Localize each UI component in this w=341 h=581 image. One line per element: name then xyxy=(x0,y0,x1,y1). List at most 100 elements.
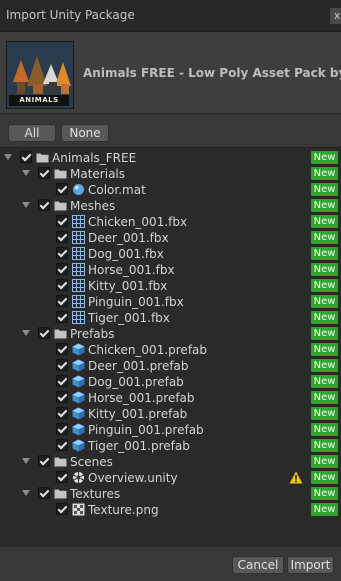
include-checkbox[interactable] xyxy=(56,343,68,355)
tree-item-label: Meshes xyxy=(70,199,116,213)
tree-asset-row[interactable]: Pinguin_001.fbx New xyxy=(0,294,341,310)
tree-asset-row[interactable]: Tiger_001.prefab New xyxy=(0,438,341,454)
tree-folder-row[interactable]: Textures New xyxy=(0,486,341,502)
include-checkbox[interactable] xyxy=(56,311,68,323)
tree-item-label: Dog_001.fbx xyxy=(88,247,164,261)
folder-icon xyxy=(54,487,67,500)
include-checkbox[interactable] xyxy=(56,359,68,371)
new-badge: New xyxy=(311,295,338,308)
include-checkbox[interactable] xyxy=(56,231,68,243)
tree-item-label: Chicken_001.prefab xyxy=(88,343,208,357)
asset-tree: Animals_FREE New Materials New Color.mat New M… xyxy=(0,147,341,548)
new-badge: New xyxy=(311,183,338,196)
tree-item-label: Deer_001.fbx xyxy=(88,231,169,245)
tree-asset-row[interactable]: Color.mat New xyxy=(0,182,341,198)
include-checkbox[interactable] xyxy=(56,263,68,275)
warning-icon xyxy=(289,471,303,484)
new-badge: New xyxy=(311,327,338,340)
new-badge: New xyxy=(311,471,338,484)
title-bar: Import Unity Package x xyxy=(0,0,341,32)
include-checkbox[interactable] xyxy=(56,407,68,419)
include-checkbox[interactable] xyxy=(38,455,50,467)
include-checkbox[interactable] xyxy=(38,327,50,339)
mesh-icon xyxy=(72,279,85,292)
include-checkbox[interactable] xyxy=(56,295,68,307)
tree-item-label: Animals_FREE xyxy=(52,151,137,165)
new-badge: New xyxy=(311,151,338,164)
new-badge: New xyxy=(311,503,338,516)
new-badge: New xyxy=(311,167,338,180)
tree-asset-row[interactable]: Kitty_001.fbx New xyxy=(0,278,341,294)
include-checkbox[interactable] xyxy=(38,487,50,499)
include-checkbox[interactable] xyxy=(56,391,68,403)
new-badge: New xyxy=(311,487,338,500)
tree-folder-row[interactable]: Prefabs New xyxy=(0,326,341,342)
expand-arrow-icon[interactable] xyxy=(22,458,30,464)
new-badge: New xyxy=(311,231,338,244)
new-badge: New xyxy=(311,391,338,404)
expand-arrow-icon[interactable] xyxy=(22,170,30,176)
tree-asset-row[interactable]: Tiger_001.fbx New xyxy=(0,310,341,326)
tree-folder-row[interactable]: Scenes New xyxy=(0,454,341,470)
include-checkbox[interactable] xyxy=(56,215,68,227)
include-checkbox[interactable] xyxy=(56,503,68,515)
prefab-icon xyxy=(72,359,85,372)
window-title: Import Unity Package xyxy=(6,8,135,22)
include-checkbox[interactable] xyxy=(56,247,68,259)
tree-folder-row[interactable]: Materials New xyxy=(0,166,341,182)
tree-asset-row[interactable]: Kitty_001.prefab New xyxy=(0,406,341,422)
tree-asset-row[interactable]: Chicken_001.prefab New xyxy=(0,342,341,358)
tree-folder-row[interactable]: Animals_FREE New xyxy=(0,150,341,166)
tree-item-label: Kitty_001.fbx xyxy=(88,279,168,293)
expand-arrow-icon[interactable] xyxy=(4,154,12,160)
tree-asset-row[interactable]: Overview.unity New xyxy=(0,470,341,486)
tree-item-label: Tiger_001.fbx xyxy=(88,311,170,325)
prefab-icon xyxy=(72,375,85,388)
prefab-icon xyxy=(72,391,85,404)
tree-asset-row[interactable]: Texture.png New xyxy=(0,502,341,518)
prefab-icon xyxy=(72,439,85,452)
tree-asset-row[interactable]: Deer_001.prefab New xyxy=(0,358,341,374)
tree-item-label: Materials xyxy=(70,167,126,181)
tree-asset-row[interactable]: Horse_001.prefab New xyxy=(0,390,341,406)
include-checkbox[interactable] xyxy=(20,151,32,163)
include-checkbox[interactable] xyxy=(38,199,50,211)
prefab-icon xyxy=(72,343,85,356)
expand-arrow-icon[interactable] xyxy=(22,202,30,208)
tree-asset-row[interactable]: Chicken_001.fbx New xyxy=(0,214,341,230)
include-checkbox[interactable] xyxy=(56,439,68,451)
texture-icon xyxy=(72,503,85,516)
tree-item-label: Pinguin_001.prefab xyxy=(88,423,204,437)
tree-asset-row[interactable]: Horse_001.fbx New xyxy=(0,262,341,278)
tree-item-label: Horse_001.prefab xyxy=(88,391,195,405)
select-all-button[interactable]: All xyxy=(8,124,56,142)
expand-arrow-icon[interactable] xyxy=(22,490,30,496)
include-checkbox[interactable] xyxy=(38,167,50,179)
include-checkbox[interactable] xyxy=(56,471,68,483)
include-checkbox[interactable] xyxy=(56,183,68,195)
folder-icon xyxy=(54,199,67,212)
expand-arrow-icon[interactable] xyxy=(22,330,30,336)
include-checkbox[interactable] xyxy=(56,423,68,435)
tree-asset-row[interactable]: Dog_001.prefab New xyxy=(0,374,341,390)
mesh-icon xyxy=(72,311,85,324)
import-button[interactable]: Import xyxy=(287,556,334,574)
package-name: Animals FREE - Low Poly Asset Pack by it… xyxy=(83,66,341,80)
new-badge: New xyxy=(311,375,338,388)
include-checkbox[interactable] xyxy=(56,279,68,291)
close-icon[interactable]: x xyxy=(330,8,341,24)
tree-asset-row[interactable]: Dog_001.fbx New xyxy=(0,246,341,262)
tree-item-label: Chicken_001.fbx xyxy=(88,215,188,229)
cancel-button[interactable]: Cancel xyxy=(232,556,284,574)
dialog-footer: Cancel Import xyxy=(0,547,341,581)
new-badge: New xyxy=(311,199,338,212)
folder-icon xyxy=(54,455,67,468)
tree-asset-row[interactable]: Deer_001.fbx New xyxy=(0,230,341,246)
package-header: ANIMALS Animals FREE - Low Poly Asset Pa… xyxy=(0,32,341,114)
select-none-button[interactable]: None xyxy=(61,124,109,142)
tree-asset-row[interactable]: Pinguin_001.prefab New xyxy=(0,422,341,438)
include-checkbox[interactable] xyxy=(56,375,68,387)
tree-folder-row[interactable]: Meshes New xyxy=(0,198,341,214)
mesh-icon xyxy=(72,215,85,228)
tree-item-label: Horse_001.fbx xyxy=(88,263,175,277)
